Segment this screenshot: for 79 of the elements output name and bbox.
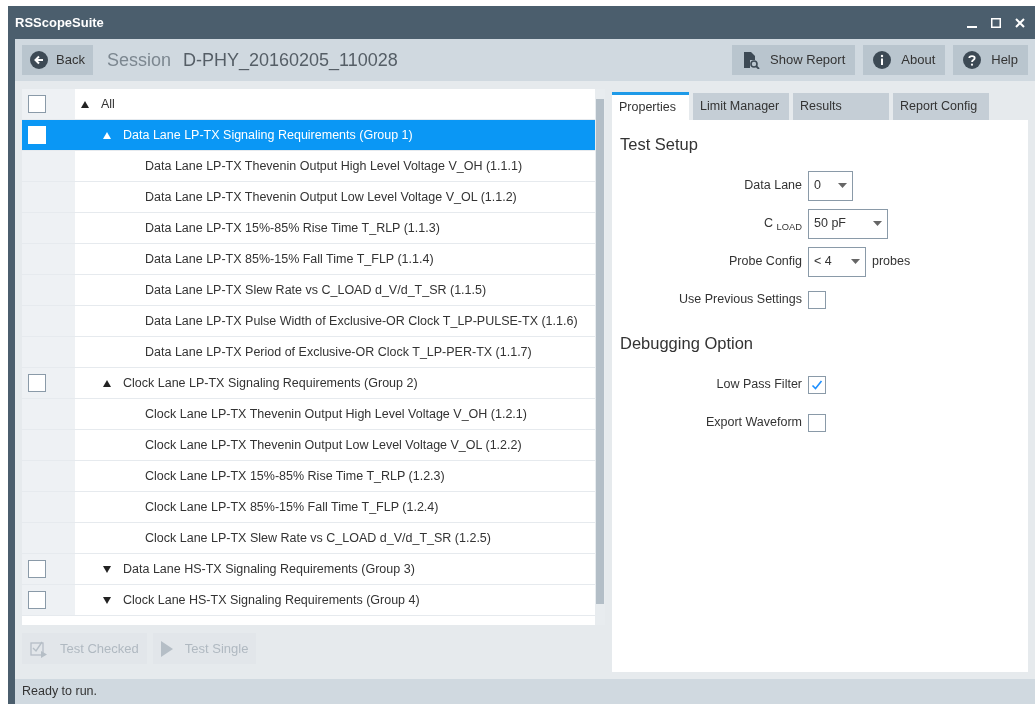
tree-item-label: Clock Lane LP-TX 85%-15% Fall Time T_FLP (1.2.4) xyxy=(145,498,439,516)
tree-row[interactable]: Data Lane LP-TX Thevenin Output High Level Voltage V_OH (1.1.1) xyxy=(22,151,595,182)
field-label: Low Pass Filter xyxy=(715,376,802,394)
checkbox[interactable] xyxy=(28,95,46,113)
caret-icon xyxy=(838,183,847,189)
checkbox[interactable] xyxy=(808,290,826,309)
field-label: C $_{LOAD}$ xyxy=(763,215,802,234)
tree-item-label: Clock Lane LP-TX Signaling Requirements (Group 2) xyxy=(123,374,418,392)
tree-item-label: Data Lane LP-TX Thevenin Output High Level Voltage V_OH (1.1.1) xyxy=(145,157,523,175)
checkbox[interactable] xyxy=(808,375,826,394)
field-label: Use Previous Settings xyxy=(678,291,802,309)
expand-arrow-icon[interactable] xyxy=(103,565,111,573)
close-icon[interactable] xyxy=(1015,17,1025,28)
tree-item-label: Data Lane LP-TX Slew Rate vs C_LOAD d_V/d_T_SR (1.1.5) xyxy=(145,281,487,299)
collapse-arrow-icon[interactable] xyxy=(103,379,111,387)
tree-row[interactable]: Data Lane LP-TX Thevenin Output Low Level Voltage V_OL (1.1.2) xyxy=(22,182,595,213)
toolbar-button[interactable]: About xyxy=(863,45,946,75)
tree-row[interactable]: Data Lane LP-TX Pulse Width of Exclusive-OR Clock T_LP-PULSE-TX (1.1.6) xyxy=(22,306,595,337)
tree-row[interactable]: Clock Lane LP-TX Slew Rate vs C_LOAD d_V/d_T_SR (1.2.5) xyxy=(22,523,595,554)
tree-row[interactable]: Clock Lane HS-TX Signaling Requirements (Group 4) xyxy=(22,585,595,616)
tree-item-label: Clock Lane LP-TX 15%-85% Rise Time T_RLP (1.2.3) xyxy=(145,467,445,485)
collapse-arrow-icon[interactable] xyxy=(81,100,89,108)
tree-row[interactable]: Data Lane LP-TX 15%-85% Rise Time T_RLP (1.1.3) xyxy=(22,213,595,244)
tree-item-label: Clock Lane LP-TX Thevenin Output Low Level Voltage V_OL (1.2.2) xyxy=(145,436,522,454)
tree-item-label: All xyxy=(101,95,115,113)
section-title: Test Setup xyxy=(620,134,699,155)
tree-row[interactable]: Data Lane LP-TX Slew Rate vs C_LOAD d_V/d_T_SR (1.1.5) xyxy=(22,275,595,306)
info-icon xyxy=(873,51,892,69)
checkbox[interactable] xyxy=(28,560,46,578)
check-play-icon xyxy=(30,639,48,658)
report-search-icon xyxy=(742,51,761,69)
tree-row[interactable]: Data Lane LP-TX Period of Exclusive-OR Clock T_LP-PER-TX (1.1.7) xyxy=(22,337,595,368)
tab[interactable]: Report Config xyxy=(893,93,989,120)
play-icon xyxy=(160,640,173,657)
unit-label: probes xyxy=(872,253,911,271)
checkbox[interactable] xyxy=(28,374,46,392)
tree-item-label: Data Lane HS-TX Signaling Requirements (Group 3) xyxy=(123,560,415,578)
tree-row[interactable]: All xyxy=(22,89,595,120)
maximize-icon[interactable] xyxy=(991,17,1001,28)
field-label: Probe Config xyxy=(728,253,802,271)
tree-item-label: Clock Lane HS-TX Signaling Requirements (Group 4) xyxy=(123,591,420,609)
tree-item-label: Data Lane LP-TX 15%-85% Rise Time T_RLP (1.1.3) xyxy=(145,219,440,237)
tree-row[interactable]: Data Lane LP-TX 85%-15% Fall Time T_FLP (1.1.4) xyxy=(22,244,595,275)
toolbar-button[interactable]: Show Report xyxy=(732,45,856,75)
session-label: Session xyxy=(106,48,171,72)
caret-icon xyxy=(873,221,882,227)
field-label: Export Waveform xyxy=(704,414,802,432)
tree-row[interactable]: Clock Lane LP-TX 85%-15% Fall Time T_FLP (1.2.4) xyxy=(22,492,595,523)
caret-icon xyxy=(851,259,860,265)
tree-item-label: Clock Lane LP-TX Slew Rate vs C_LOAD d_V/d_T_SR (1.2.5) xyxy=(145,529,491,547)
tree-row[interactable]: Clock Lane LP-TX Thevenin Output High Level Voltage V_OH (1.2.1) xyxy=(22,399,595,430)
dropdown[interactable]: 50 pF xyxy=(808,208,888,239)
tree-row[interactable]: Clock Lane LP-TX 15%-85% Rise Time T_RLP (1.2.3) xyxy=(22,461,595,492)
checkbox[interactable] xyxy=(28,591,46,609)
back-button[interactable]: Back xyxy=(22,45,93,75)
field-label: Data Lane xyxy=(743,177,802,195)
tree-row[interactable]: Clock Lane LP-TX Thevenin Output Low Level Voltage V_OL (1.2.2) xyxy=(22,430,595,461)
status-text: Ready to run. xyxy=(22,683,98,701)
tree-row[interactable]: Data Lane HS-TX Signaling Requirements (Group 3) xyxy=(22,554,595,585)
tree-item-label: Data Lane LP-TX Signaling Requirements (Group 1) xyxy=(123,126,413,144)
help-icon xyxy=(963,51,982,69)
checkmark-icon xyxy=(811,378,823,391)
session-name: D-PHY_20160205_110028 xyxy=(182,48,398,73)
checkbox[interactable] xyxy=(808,413,826,432)
tree-row[interactable]: Clock Lane LP-TX Signaling Requirements (Group 2) xyxy=(22,368,595,399)
tree-item-label: Data Lane LP-TX Thevenin Output Low Level Voltage V_OL (1.1.2) xyxy=(145,188,517,206)
expand-arrow-icon[interactable] xyxy=(103,596,111,604)
window-title: RSScopeSuite xyxy=(15,13,104,32)
dropdown[interactable]: 0 xyxy=(808,170,853,201)
tree-item-label: Clock Lane LP-TX Thevenin Output High Level Voltage V_OH (1.2.1) xyxy=(145,405,527,423)
tab[interactable]: Results xyxy=(793,93,889,120)
tab[interactable]: Limit Manager xyxy=(693,93,789,120)
dropdown[interactable]: < 4 xyxy=(808,246,866,277)
toolbar-button[interactable]: Help xyxy=(953,45,1028,75)
section-title: Debugging Option xyxy=(620,332,754,354)
tab[interactable]: Properties xyxy=(612,92,689,120)
tree-item-label: Data Lane LP-TX 85%-15% Fall Time T_FLP (1.1.4) xyxy=(145,250,434,268)
tree-item-label: Data Lane LP-TX Period of Exclusive-OR Clock T_LP-PER-TX (1.1.7) xyxy=(145,343,532,361)
tree-item-label: Data Lane LP-TX Pulse Width of Exclusive-OR Clock T_LP-PULSE-TX (1.1.6) xyxy=(145,312,578,330)
